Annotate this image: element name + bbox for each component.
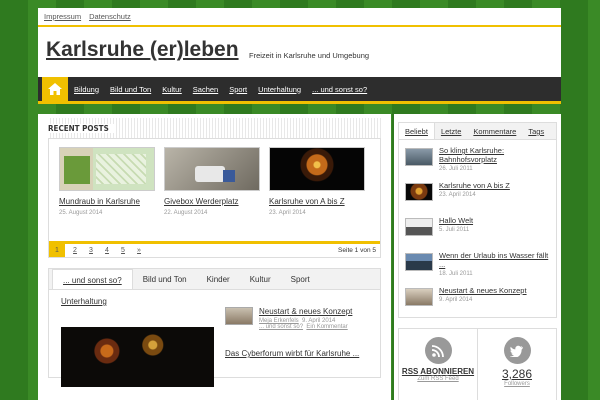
category-tabs: ... und sonst so? Bild und Ton Kinder Ku… xyxy=(49,269,380,290)
nav-item-sport[interactable]: Sport xyxy=(229,85,247,94)
post-thumbnail[interactable] xyxy=(405,218,433,236)
page-wrapper: Impressum Datenschutz Karlsruhe (er)lebe… xyxy=(38,8,561,400)
post-date: 23. April 2014 xyxy=(439,192,476,198)
list-item[interactable]: Hallo Welt 5. Juli 2011 xyxy=(405,216,556,251)
site-title[interactable]: Karlsruhe (er)leben xyxy=(46,38,239,62)
rss-sub[interactable]: Zum RSS Feed xyxy=(417,376,458,382)
site-description: Freizeit in Karlsruhe und Umgebung xyxy=(249,51,370,60)
post-title[interactable]: Mundraub in Karlsruhe xyxy=(59,197,155,206)
post-thumbnail[interactable] xyxy=(225,307,253,325)
post-category[interactable]: ... und sonst so? xyxy=(259,324,303,330)
twitter-count[interactable]: 3,286 xyxy=(502,367,532,381)
tab-unterhaltung[interactable]: Unterhaltung xyxy=(61,297,380,306)
post-thumbnail[interactable] xyxy=(405,183,433,201)
post-date: 9. April 2014 xyxy=(439,297,473,303)
post-title[interactable]: So klingt Karlsruhe: Bahnhofsvorplatz xyxy=(439,146,556,164)
post-card[interactable]: Givebox Werderplatz 22. August 2014 xyxy=(164,147,260,216)
recent-posts-box: Mundraub in Karlsruhe 25. August 2014 Gi… xyxy=(48,138,381,258)
post-title[interactable]: Karlsruhe von A bis Z xyxy=(439,181,510,190)
twitter-button[interactable] xyxy=(503,337,531,364)
main-content: Recent Posts Mundraub in Karlsruhe 25. A… xyxy=(38,114,391,400)
rss-button[interactable] xyxy=(424,337,452,364)
post-title[interactable]: Neustart & neues Konzept xyxy=(439,286,527,295)
page-5[interactable]: 5 xyxy=(115,247,131,254)
twitter-sub[interactable]: Followers xyxy=(504,381,530,387)
sidebar-tabs-box: Beliebt Letzte Kommentare Tags So klingt… xyxy=(398,122,557,318)
social-counters: RSS Abonnieren Zum RSS Feed 3,286 Follow… xyxy=(398,328,557,400)
post-card[interactable]: Mundraub in Karlsruhe 25. August 2014 xyxy=(59,147,155,216)
list-item[interactable]: Karlsruhe von A bis Z 23. April 2014 xyxy=(405,181,556,216)
tab-kultur[interactable]: Kultur xyxy=(240,269,281,289)
post-title[interactable]: Wenn der Urlaub ins Wasser fällt ... xyxy=(439,251,556,269)
tab-sport[interactable]: Sport xyxy=(281,269,320,289)
sidebar: Beliebt Letzte Kommentare Tags So klingt… xyxy=(394,114,561,400)
tab-beliebt[interactable]: Beliebt xyxy=(399,123,435,139)
nav-item-sonst[interactable]: ... und sonst so? xyxy=(312,85,367,94)
top-bar: Impressum Datenschutz xyxy=(38,8,561,27)
twitter-counter[interactable]: 3,286 Followers xyxy=(477,329,556,400)
nav-item-unterhaltung[interactable]: Unterhaltung xyxy=(258,85,301,94)
post-title[interactable]: Hallo Welt xyxy=(439,216,473,225)
post-thumbnail[interactable] xyxy=(405,148,433,166)
post-thumbnail[interactable] xyxy=(164,147,260,191)
page-next[interactable]: » xyxy=(131,247,147,254)
page-2[interactable]: 2 xyxy=(67,247,83,254)
recent-posts-heading: Recent Posts xyxy=(48,118,381,138)
post-date: 23. April 2014 xyxy=(269,210,306,216)
post-thumbnail[interactable] xyxy=(405,253,433,271)
post-date: 5. Juli 2011 xyxy=(439,227,470,233)
twitter-icon xyxy=(510,345,523,357)
page-1[interactable]: 1 xyxy=(49,244,65,257)
pagination: 1 2 3 4 5 » Seite 1 von 5 xyxy=(49,241,380,257)
nav-item-kultur[interactable]: Kultur xyxy=(162,85,182,94)
post-date: 18. Juli 2011 xyxy=(439,271,473,277)
tab-bild-und-ton[interactable]: Bild und Ton xyxy=(133,269,197,289)
post-date: 26. Juli 2011 xyxy=(439,166,473,172)
tab-kommentare[interactable]: Kommentare xyxy=(467,123,522,139)
post-comments[interactable]: Ein Kommentar xyxy=(306,324,347,330)
home-button[interactable] xyxy=(42,75,68,103)
nav-item-bild-und-ton[interactable]: Bild und Ton xyxy=(110,85,151,94)
tab-kinder[interactable]: Kinder xyxy=(197,269,240,289)
rss-icon xyxy=(431,344,444,357)
main-nav: Bildung Bild und Ton Kultur Sachen Sport… xyxy=(38,75,561,104)
page-info: Seite 1 von 5 xyxy=(338,247,376,254)
list-item[interactable]: So klingt Karlsruhe: Bahnhofsvorplatz 26… xyxy=(405,146,556,181)
post-meta: Meja Erkenfels 9. April 2014 ... und son… xyxy=(259,318,352,330)
list-item[interactable]: Neustart & neues Konzept Meja Erkenfels … xyxy=(225,307,375,330)
post-date: 25. August 2014 xyxy=(59,210,103,216)
home-icon xyxy=(48,83,62,95)
post-title[interactable]: Karlsruhe von A bis Z xyxy=(269,197,365,206)
list-item[interactable]: Wenn der Urlaub ins Wasser fällt ... 18.… xyxy=(405,251,556,286)
page-4[interactable]: 4 xyxy=(99,247,115,254)
sidebar-tabs: Beliebt Letzte Kommentare Tags xyxy=(399,123,556,140)
tab-post-list: Neustart & neues Konzept Meja Erkenfels … xyxy=(225,307,375,337)
rss-label[interactable]: RSS Abonnieren xyxy=(402,367,474,376)
featured-image[interactable] xyxy=(61,327,214,387)
post-date: 22. August 2014 xyxy=(164,210,208,216)
datenschutz-link[interactable]: Datenschutz xyxy=(89,12,131,21)
post-thumbnail[interactable] xyxy=(269,147,365,191)
category-tabs-box: ... und sonst so? Bild und Ton Kinder Ku… xyxy=(48,268,381,387)
post-thumbnail[interactable] xyxy=(59,147,155,191)
impressum-link[interactable]: Impressum xyxy=(44,12,81,21)
post-title[interactable]: Neustart & neues Konzept xyxy=(259,307,352,316)
site-header: Karlsruhe (er)leben Freizeit in Karlsruh… xyxy=(38,27,561,77)
post-card[interactable]: Karlsruhe von A bis Z 23. April 2014 xyxy=(269,147,365,216)
nav-item-bildung[interactable]: Bildung xyxy=(74,85,99,94)
tab-sonst[interactable]: ... und sonst so? xyxy=(52,269,133,289)
rss-counter[interactable]: RSS Abonnieren Zum RSS Feed xyxy=(399,329,477,400)
list-item[interactable]: Neustart & neues Konzept 9. April 2014 xyxy=(405,286,556,321)
post-title[interactable]: Das Cyberforum wirbt für Karlsruhe ... xyxy=(225,349,359,358)
popular-list: So klingt Karlsruhe: Bahnhofsvorplatz 26… xyxy=(399,140,556,321)
tab-tags[interactable]: Tags xyxy=(522,123,550,139)
post-thumbnail[interactable] xyxy=(405,288,433,306)
post-title[interactable]: Givebox Werderplatz xyxy=(164,197,260,206)
page-3[interactable]: 3 xyxy=(83,247,99,254)
recent-posts-title: Recent Posts xyxy=(48,123,115,133)
nav-item-sachen[interactable]: Sachen xyxy=(193,85,218,94)
tab-letzte[interactable]: Letzte xyxy=(435,123,467,139)
